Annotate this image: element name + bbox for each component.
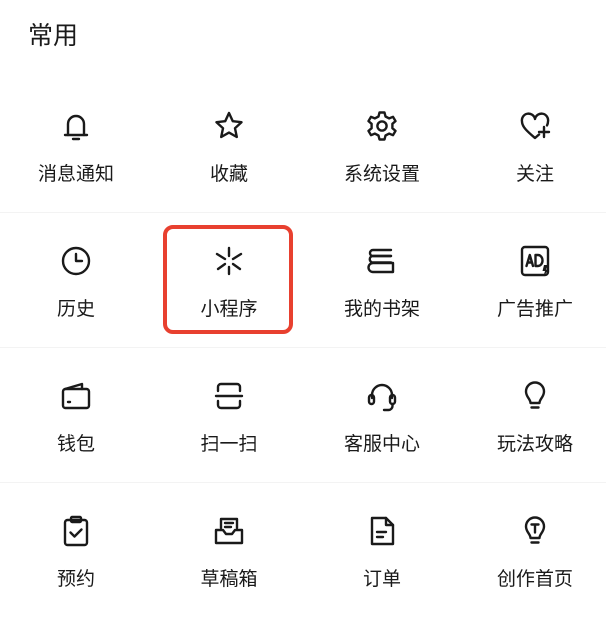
shortcut-mini-programs[interactable]: 小程序: [154, 213, 304, 347]
bookshelf-icon: [362, 241, 402, 281]
shortcut-following[interactable]: 关注: [460, 78, 606, 212]
shortcut-history[interactable]: 历史: [1, 213, 151, 347]
star-icon: [209, 106, 249, 146]
headset-icon: [362, 376, 402, 416]
shortcut-favorites[interactable]: 收藏: [154, 78, 304, 212]
wallet-icon: [56, 376, 96, 416]
shortcut-notifications[interactable]: 消息通知: [1, 78, 151, 212]
shortcut-customer-service[interactable]: 客服中心: [307, 348, 457, 482]
shortcut-label: 我的书架: [343, 298, 420, 320]
shortcut-wallet[interactable]: 钱包: [1, 348, 151, 482]
ad-icon: [515, 241, 555, 281]
shortcut-orders[interactable]: 订单: [307, 483, 457, 617]
shortcut-reservation[interactable]: 预约: [1, 483, 151, 617]
scan-icon: [209, 376, 249, 416]
heart-plus-icon: [515, 106, 555, 146]
shortcut-bookshelf[interactable]: 我的书架: [307, 213, 457, 347]
shortcut-label: 玩法攻略: [496, 433, 573, 455]
grid-row-1: 消息通知 收藏 系统设置 关注: [0, 78, 606, 212]
shortcut-scan[interactable]: 扫一扫: [154, 348, 304, 482]
shortcut-label: 系统设置: [343, 163, 420, 185]
shortcut-label: 关注: [515, 163, 554, 185]
shortcut-label: 草稿箱: [200, 568, 258, 590]
grid-row-4: 预约 草稿箱 订单 创作首页: [0, 483, 606, 617]
order-document-icon: [362, 511, 402, 551]
clock-icon: [56, 241, 96, 281]
shortcut-drafts[interactable]: 草稿箱: [154, 483, 304, 617]
shortcut-ad-promotion[interactable]: 广告推广: [460, 213, 606, 347]
shortcut-settings[interactable]: 系统设置: [307, 78, 457, 212]
shortcut-label: 创作首页: [496, 568, 573, 590]
shortcut-label: 广告推广: [496, 298, 573, 320]
shortcut-label: 历史: [56, 298, 95, 320]
shortcut-label: 收藏: [209, 163, 248, 185]
mini-program-icon: [209, 241, 249, 281]
grid-row-2: 历史 小程序 我的书架 广告推广: [0, 213, 606, 347]
shortcut-label: 小程序: [200, 298, 258, 320]
shortcut-creator-home[interactable]: 创作首页: [460, 483, 606, 617]
shortcut-label: 钱包: [56, 433, 95, 455]
section-title: 常用: [28, 21, 79, 50]
grid-row-3: 钱包 扫一扫 客服中心 玩法攻略: [0, 348, 606, 482]
shortcut-guide[interactable]: 玩法攻略: [460, 348, 606, 482]
shortcut-grid: 消息通知 收藏 系统设置 关注 历史 小程序 我的书架 广告推广 钱包 扫一扫 …: [0, 78, 606, 608]
creator-bulb-icon: [515, 511, 555, 551]
bell-icon: [56, 106, 96, 146]
gear-icon: [362, 106, 402, 146]
shortcut-label: 预约: [56, 568, 95, 590]
lightbulb-icon: [515, 376, 555, 416]
shortcut-label: 扫一扫: [200, 433, 258, 455]
shortcut-label: 订单: [362, 568, 401, 590]
clipboard-check-icon: [56, 511, 96, 551]
drafts-icon: [209, 511, 249, 551]
shortcut-label: 客服中心: [343, 433, 420, 455]
shortcut-label: 消息通知: [37, 163, 114, 185]
